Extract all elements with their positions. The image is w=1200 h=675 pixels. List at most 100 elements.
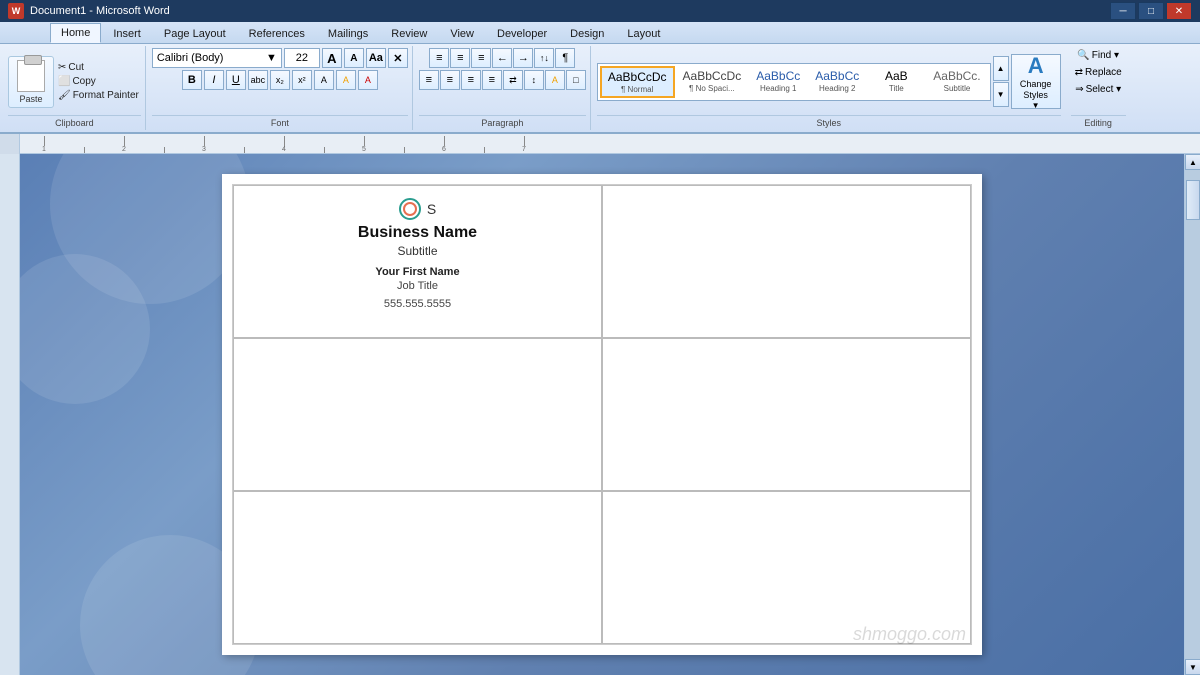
font-family-dropdown[interactable]: Calibri (Body) ▼ [152,48,282,68]
ruler-mark: 3 [184,136,224,153]
tab-review[interactable]: Review [380,24,438,43]
highlight-button[interactable]: A [336,70,356,90]
ruler-mark: 6 [424,136,464,153]
scrollbar-thumb[interactable] [1186,180,1200,220]
find-button[interactable]: 🔍 Find ▾ [1073,48,1123,63]
close-button[interactable]: ✕ [1166,2,1192,20]
font-grow-button[interactable]: A [322,48,342,68]
decrease-indent-button[interactable]: ← [492,48,512,68]
card-business-name: Business Name [358,224,477,242]
format-painter-button[interactable]: 🖌 Format Painter [56,89,141,102]
italic-button[interactable]: I [204,70,224,90]
tab-mailings[interactable]: Mailings [317,24,379,43]
paste-button[interactable]: Paste [8,56,54,108]
change-styles-button[interactable]: A ChangeStyles ▼ [1011,54,1061,109]
font-label: Font [152,115,408,128]
style-nospace-preview: AaBbCcDc [683,69,742,83]
underline-button[interactable]: U [226,70,246,90]
main-area: S Business Name Subtitle Your First Name… [0,154,1200,675]
styles-content: AaBbCcDc ¶ Normal AaBbCcDc ¶ No Spaci...… [597,48,1061,115]
tab-insert[interactable]: Insert [102,24,152,43]
tab-developer[interactable]: Developer [486,24,558,43]
replace-button[interactable]: ⇄ Replace [1071,65,1126,80]
cut-label: Cut [68,62,84,73]
line-spacing-button[interactable]: ↕ [524,70,544,90]
card-cell-top-left[interactable]: S Business Name Subtitle Your First Name… [233,185,602,338]
bullets-button[interactable]: ≡ [429,48,449,68]
replace-label: Replace [1085,67,1122,78]
style-normal-label: ¶ Normal [608,85,667,94]
font-grow-icon: A [327,51,336,66]
editing-label: Editing [1071,115,1126,128]
show-marks-button[interactable]: ¶ [555,48,575,68]
font-color-button[interactable]: A [358,70,378,90]
card-cell-middle-right[interactable] [602,338,971,491]
styles-scroll-up[interactable]: ▲ [993,56,1009,81]
scrollbar-track[interactable] [1185,170,1200,659]
styles-scroll-down[interactable]: ▼ [993,82,1009,107]
cut-button[interactable]: ✂ Cut [56,61,141,74]
scrollbar-up-button[interactable]: ▲ [1185,154,1200,170]
multilevel-button[interactable]: ≡ [471,48,491,68]
find-label: Find ▾ [1092,50,1119,61]
style-title-preview: AaB [874,69,918,83]
change-styles-icon: A [1028,53,1044,79]
style-heading2[interactable]: AaBbCc Heading 2 [808,66,866,98]
style-title[interactable]: AaB Title [867,66,925,98]
tab-references[interactable]: References [238,24,316,43]
tab-layout[interactable]: Layout [616,24,671,43]
shading-button[interactable]: A [545,70,565,90]
card-job-title: Job Title [397,280,438,292]
paragraph-content: ≡ ≡ ≡ ← → ↑↓ ¶ ≡ ≡ ≡ ≡ ⇄ ↕ A □ [419,48,586,115]
replace-icon: ⇄ [1075,67,1083,78]
paragraph-label: Paragraph [419,115,586,128]
align-left-button[interactable]: ≡ [419,70,439,90]
numbering-button[interactable]: ≡ [450,48,470,68]
style-gallery: AaBbCcDc ¶ Normal AaBbCcDc ¶ No Spaci...… [597,63,991,101]
justify-button[interactable]: ≡ [482,70,502,90]
ltr-rtl-button[interactable]: ⇄ [503,70,523,90]
style-no-spacing[interactable]: AaBbCcDc ¶ No Spaci... [676,66,749,98]
style-h1-label: Heading 1 [756,84,800,93]
scrollbar-down-button[interactable]: ▼ [1185,659,1200,675]
strikethrough-button[interactable]: abc [248,70,268,90]
change-styles-label: ChangeStyles [1020,79,1052,101]
select-button[interactable]: ⇒ Select ▾ [1071,82,1125,97]
tab-view[interactable]: View [439,24,485,43]
card-cell-bottom-left[interactable] [233,491,602,644]
ruler-mark [224,147,264,153]
minimize-button[interactable]: ─ [1110,2,1136,20]
ruler-mark: 2 [104,136,144,153]
borders-button[interactable]: □ [566,70,586,90]
sort-button[interactable]: ↑↓ [534,48,554,68]
style-heading1[interactable]: AaBbCc Heading 1 [749,66,807,98]
vertical-scrollbar[interactable]: ▲ ▼ [1184,154,1200,675]
tab-home[interactable]: Home [50,23,101,43]
card-cell-bottom-right[interactable] [602,491,971,644]
text-effects-button[interactable]: A [314,70,334,90]
change-case-button[interactable]: Aа [366,48,386,68]
tab-page-layout[interactable]: Page Layout [153,24,237,43]
paintbrush-icon: 🖌 [58,90,71,101]
font-size-dropdown[interactable]: 22 [284,48,320,68]
clear-formatting-button[interactable]: ✕ [388,48,408,68]
superscript-button[interactable]: x² [292,70,312,90]
style-h2-label: Heading 2 [815,84,859,93]
subscript-button[interactable]: x₂ [270,70,290,90]
card-cell-top-right[interactable] [602,185,971,338]
style-normal[interactable]: AaBbCcDc ¶ Normal [600,66,675,98]
document-area[interactable]: S Business Name Subtitle Your First Name… [20,154,1184,675]
align-right-button[interactable]: ≡ [461,70,481,90]
font-shrink-button[interactable]: A [344,48,364,68]
style-subtitle[interactable]: AaBbCc. Subtitle [926,66,987,98]
business-card-grid: S Business Name Subtitle Your First Name… [232,184,972,645]
copy-button[interactable]: ⬜ Copy [56,75,141,88]
card-cell-middle-left[interactable] [233,338,602,491]
tab-design[interactable]: Design [559,24,615,43]
bold-button[interactable]: B [182,70,202,90]
clipboard-small-buttons: ✂ Cut ⬜ Copy 🖌 Format Painter [56,61,141,102]
increase-indent-button[interactable]: → [513,48,533,68]
maximize-button[interactable]: □ [1138,2,1164,20]
align-center-button[interactable]: ≡ [440,70,460,90]
horizontal-ruler: 1 2 3 4 5 6 7 [20,134,1200,153]
